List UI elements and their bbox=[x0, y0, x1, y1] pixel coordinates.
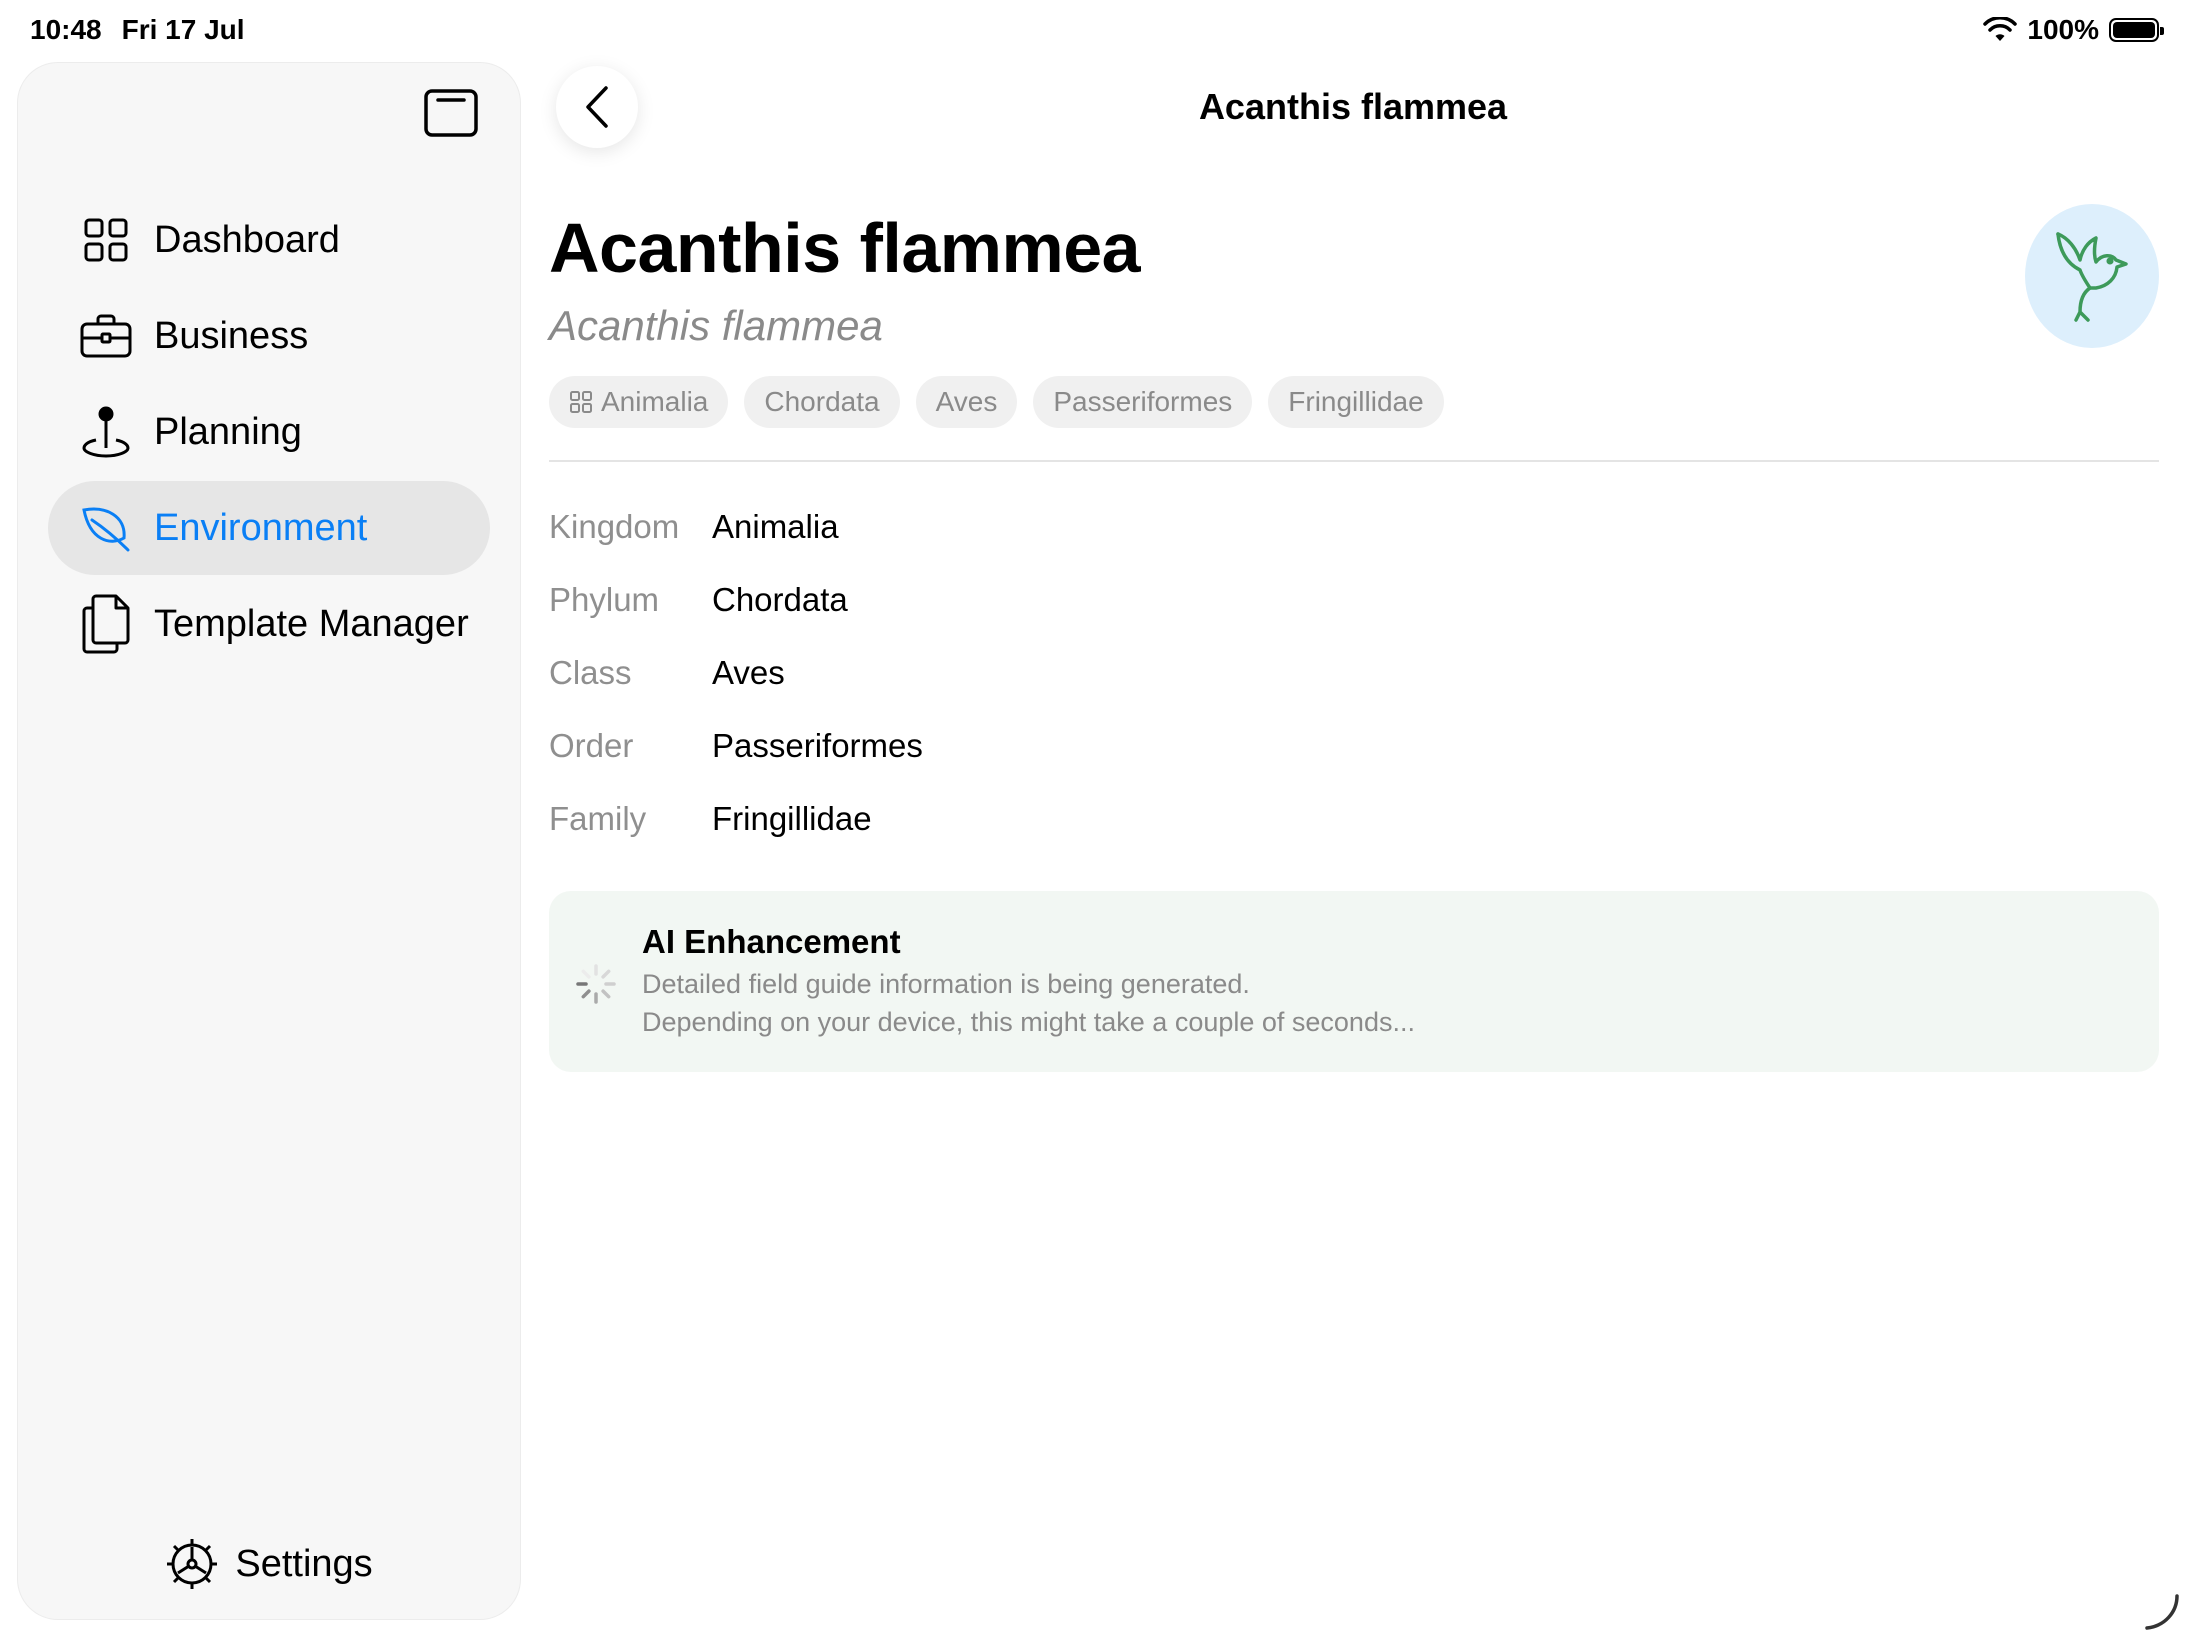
chip-label: Animalia bbox=[601, 386, 709, 417]
taxonomy-value: Passeriformes bbox=[712, 726, 923, 764]
chevron-left-icon bbox=[586, 86, 608, 128]
settings-label: Settings bbox=[235, 1542, 373, 1585]
settings-button[interactable]: Settings bbox=[18, 1529, 520, 1599]
chip-label: Chordata bbox=[764, 386, 880, 417]
grid-icon bbox=[570, 391, 592, 413]
sidebar-item-planning[interactable]: Planning bbox=[48, 385, 490, 479]
ai-card-description: Detailed field guide information is bein… bbox=[642, 969, 1250, 999]
taxonomy-value: Chordata bbox=[712, 580, 848, 618]
taxonomy-label: Family bbox=[549, 799, 647, 837]
ai-enhancement-card: AI Enhancement Detailed field guide info… bbox=[549, 891, 2159, 1072]
taxonomy-label: Class bbox=[549, 653, 632, 691]
chip-label: Passeriformes bbox=[1053, 386, 1233, 417]
chip-label: Aves bbox=[935, 386, 998, 417]
taxonomy-value: Fringillidae bbox=[712, 799, 872, 837]
battery-percent: 100% bbox=[2027, 14, 2099, 45]
sidebar-item-dashboard[interactable]: Dashboard bbox=[48, 193, 490, 287]
taxonomy-label: Phylum bbox=[549, 580, 660, 618]
sidebar-item-label: Template Manager bbox=[154, 602, 469, 645]
species-avatar bbox=[2025, 204, 2159, 348]
divider bbox=[549, 460, 2159, 462]
back-button[interactable] bbox=[556, 66, 638, 148]
page-title: Acanthis flammea bbox=[549, 209, 1141, 287]
sidebar-item-template-manager[interactable]: Template Manager bbox=[48, 577, 490, 671]
map-pin-icon bbox=[78, 404, 134, 460]
taxonomy-value: Aves bbox=[712, 653, 785, 691]
nav-bar-title: Acanthis flammea bbox=[1198, 86, 1508, 127]
taxonomy-label: Order bbox=[549, 726, 634, 764]
chip-phylum[interactable]: Chordata bbox=[744, 376, 900, 428]
scientific-name: Acanthis flammea bbox=[549, 302, 883, 349]
sidebar-item-label: Dashboard bbox=[154, 218, 340, 261]
briefcase-icon bbox=[78, 308, 134, 364]
spinner-icon bbox=[576, 964, 616, 1004]
battery-icon bbox=[2109, 18, 2164, 42]
wifi-icon bbox=[1983, 17, 2018, 41]
sidebar-item-environment[interactable]: Environment bbox=[48, 481, 490, 575]
sidebar-item-label: Environment bbox=[154, 506, 368, 549]
chip-order[interactable]: Passeriformes bbox=[1033, 376, 1253, 428]
status-time: 10:48 bbox=[30, 14, 102, 45]
taxonomy-row-phylum: Phylum Chordata bbox=[549, 563, 923, 636]
taxonomy-row-kingdom: Kingdom Animalia bbox=[549, 490, 923, 563]
sidebar-toggle-icon[interactable] bbox=[424, 89, 478, 137]
bird-icon bbox=[2056, 232, 2128, 322]
taxonomy-row-class: Class Aves bbox=[549, 636, 923, 709]
sidebar-item-label: Planning bbox=[154, 410, 302, 453]
status-bar-right: 100% bbox=[1983, 14, 2164, 46]
taxonomy-list: Kingdom Animalia Phylum Chordata Class A… bbox=[549, 490, 923, 855]
taxonomy-row-order: Order Passeriformes bbox=[549, 709, 923, 782]
taxonomy-value: Animalia bbox=[712, 507, 839, 545]
sidebar-item-label: Business bbox=[154, 314, 309, 357]
grid-icon bbox=[78, 212, 134, 268]
ai-card-note: Depending on your device, this might tak… bbox=[642, 1007, 1415, 1037]
gear-icon bbox=[167, 1539, 218, 1589]
taxonomy-label: Kingdom bbox=[549, 507, 680, 545]
status-date: Fri 17 Jul bbox=[121, 14, 245, 45]
leaf-icon bbox=[78, 500, 134, 556]
sidebar-item-business[interactable]: Business bbox=[48, 289, 490, 383]
chip-class[interactable]: Aves bbox=[915, 376, 1018, 428]
ai-card-title: AI Enhancement bbox=[642, 923, 901, 960]
sidebar: Dashboard Business Planning Environment … bbox=[18, 63, 520, 1619]
resize-handle-icon[interactable] bbox=[2141, 1592, 2181, 1632]
documents-icon bbox=[78, 594, 134, 654]
taxonomy-chips: Animalia Chordata Aves Passeriformes Fri… bbox=[549, 376, 1444, 428]
taxonomy-row-family: Family Fringillidae bbox=[549, 782, 923, 855]
chip-kingdom[interactable]: Animalia bbox=[549, 376, 729, 428]
status-bar-left: 10:48 Fri 17 Jul bbox=[30, 14, 245, 46]
sidebar-nav: Dashboard Business Planning Environment … bbox=[48, 193, 490, 673]
chip-family[interactable]: Fringillidae bbox=[1268, 376, 1444, 428]
chip-label: Fringillidae bbox=[1288, 386, 1424, 417]
